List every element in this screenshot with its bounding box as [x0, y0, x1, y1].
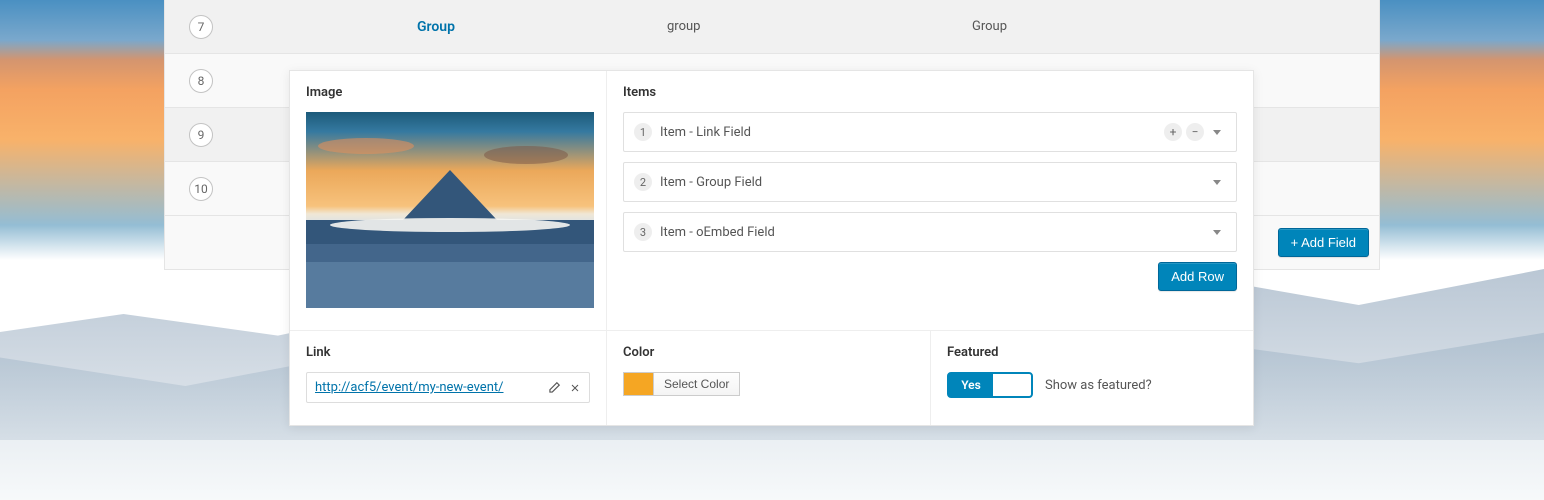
- row-number: 10: [189, 177, 213, 201]
- row-number: 7: [189, 15, 213, 39]
- image-title: Image: [306, 85, 590, 100]
- color-pane: Color Select Color: [607, 331, 931, 425]
- select-color-button[interactable]: Select Color: [654, 372, 740, 396]
- color-swatch[interactable]: [623, 372, 654, 396]
- featured-label: Show as featured?: [1045, 378, 1152, 393]
- item-number: 2: [634, 173, 652, 191]
- field-label[interactable]: Group: [237, 19, 667, 35]
- item-row[interactable]: 2 Item - Group Field: [623, 162, 1237, 202]
- chevron-down-icon[interactable]: [1213, 230, 1221, 235]
- add-field-button[interactable]: + Add Field: [1278, 228, 1369, 257]
- row-number: 9: [189, 123, 213, 147]
- items-title: Items: [623, 85, 1237, 100]
- image-pane: Image: [290, 71, 607, 331]
- link-pane: Link http://acf5/event/my-new-event/: [290, 331, 607, 425]
- items-pane: Items 1 Item - Link Field + − 2 Item - G…: [607, 71, 1253, 331]
- featured-toggle[interactable]: Yes: [947, 372, 1033, 398]
- toggle-on-label: Yes: [949, 374, 993, 396]
- link-box: http://acf5/event/my-new-event/: [306, 372, 590, 403]
- chevron-down-icon[interactable]: [1213, 180, 1221, 185]
- remove-icon[interactable]: −: [1186, 123, 1204, 141]
- add-row-button[interactable]: Add Row: [1158, 262, 1237, 291]
- color-title: Color: [623, 345, 914, 360]
- row-number: 8: [189, 69, 213, 93]
- item-label: Item - Link Field: [660, 125, 1156, 140]
- item-label: Item - Group Field: [660, 175, 1200, 190]
- item-number: 1: [634, 123, 652, 141]
- featured-pane: Featured Yes Show as featured?: [931, 331, 1253, 425]
- image-thumbnail[interactable]: [306, 112, 594, 308]
- field-name: group: [667, 19, 972, 34]
- item-row[interactable]: 1 Item - Link Field + −: [623, 112, 1237, 152]
- item-row[interactable]: 3 Item - oEmbed Field: [623, 212, 1237, 252]
- field-row[interactable]: 7 Group group Group: [165, 0, 1379, 54]
- close-icon[interactable]: [569, 382, 581, 394]
- item-label: Item - oEmbed Field: [660, 225, 1200, 240]
- field-type: Group: [972, 19, 1232, 34]
- edit-icon[interactable]: [547, 381, 561, 395]
- admin-container: 7 Group group Group 8 Clone clone Clone …: [164, 0, 1380, 270]
- chevron-down-icon[interactable]: [1213, 130, 1221, 135]
- editor-card: Image Items 1 Item - Link Field: [289, 70, 1254, 426]
- link-title: Link: [306, 345, 590, 360]
- featured-title: Featured: [947, 345, 1237, 360]
- add-icon[interactable]: +: [1164, 123, 1182, 141]
- item-number: 3: [634, 223, 652, 241]
- toggle-knob: [993, 376, 1029, 394]
- link-url[interactable]: http://acf5/event/my-new-event/: [315, 380, 539, 395]
